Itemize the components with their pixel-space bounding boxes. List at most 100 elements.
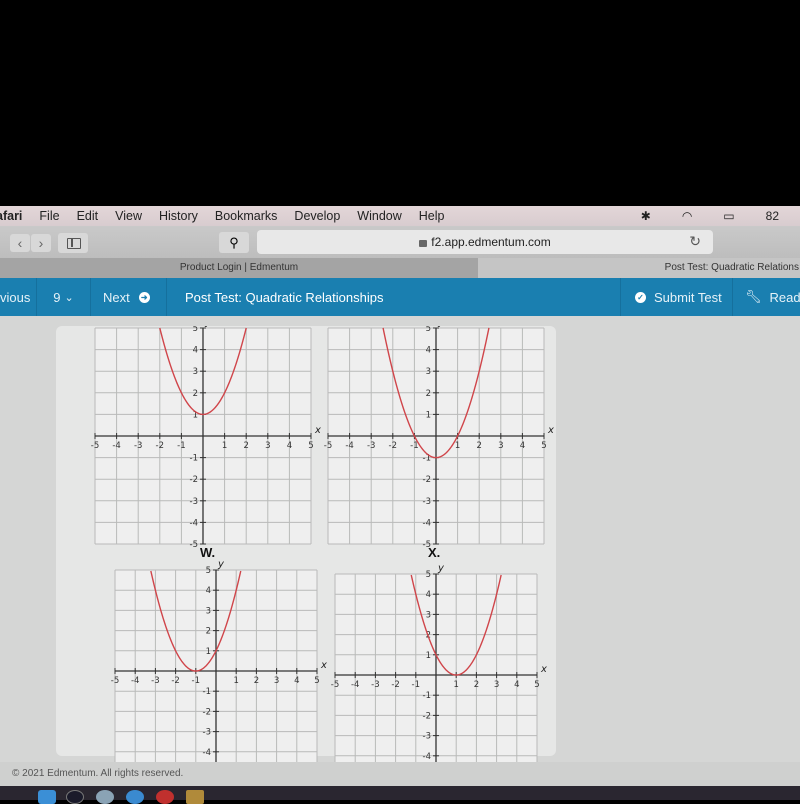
lock-icon (419, 239, 428, 247)
graph-label: W. (200, 545, 216, 560)
x-tick-label: 1 (455, 441, 460, 451)
reader-tool-button[interactable]: 🔧︎ Reade (733, 278, 800, 316)
x-tick-label: 3 (494, 680, 499, 690)
previous-button[interactable]: vious (0, 278, 37, 316)
y-axis-label: y (437, 326, 445, 328)
next-label: Next (103, 289, 130, 305)
graph-w[interactable]: -5-4-3-2-112345-5-4-3-2-112345xy (99, 554, 333, 762)
y-tick-label: 2 (426, 389, 431, 399)
question-number-dropdown[interactable]: 9 ⌄ (37, 278, 91, 316)
x-tick-label: -2 (391, 680, 399, 690)
menu-view[interactable]: View (115, 209, 142, 223)
x-tick-label: -1 (412, 680, 420, 690)
arrow-right-circle-icon: ➜ (138, 291, 150, 303)
airplay-icon[interactable]: ▭ (723, 209, 734, 223)
search-icon: ⚲ (229, 235, 239, 250)
y-tick-label: -4 (190, 518, 198, 528)
page-title: Post Test: Quadratic Relationships (185, 289, 384, 305)
x-axis-label: x (547, 425, 554, 436)
y-tick-label: 1 (426, 410, 431, 420)
y-tick-label: 1 (206, 647, 211, 657)
copyright-text: © 2021 Edmentum. All rights reserved. (12, 768, 184, 779)
menu-help[interactable]: Help (419, 209, 445, 223)
graph-top-left[interactable]: -5-4-3-2-112345-5-4-3-2-112345xy (79, 326, 327, 556)
y-tick-label: -3 (423, 497, 431, 507)
search-button[interactable]: ⚲ (219, 232, 249, 253)
mac-dock (0, 786, 800, 804)
tab-post-test[interactable]: Post Test: Quadratic Relations (478, 258, 800, 278)
x-axis-label: x (540, 664, 547, 675)
y-tick-label: -2 (203, 707, 211, 717)
x-tick-label: 2 (243, 441, 248, 451)
graph-top-right[interactable]: -5-4-3-2-112345-5-4-3-2-112345xy (312, 326, 560, 556)
x-tick-label: -5 (331, 680, 339, 690)
y-tick-label: 5 (426, 326, 431, 334)
reader-label: Reade (769, 289, 800, 305)
x-tick-label: 3 (265, 441, 270, 451)
x-tick-label: -4 (131, 676, 139, 686)
browser-toolbar: ‹ › ⚲ f2.app.edmentum.com ↻ (0, 226, 800, 258)
y-tick-label: -3 (190, 497, 198, 507)
x-tick-label: 3 (498, 441, 503, 451)
menu-app-name[interactable]: afari (0, 209, 22, 223)
y-tick-label: 4 (426, 590, 431, 600)
menu-window[interactable]: Window (357, 209, 401, 223)
tab-product-login[interactable]: Product Login | Edmentum (0, 258, 478, 278)
x-tick-label: -3 (371, 680, 379, 690)
y-axis-label: y (437, 563, 445, 574)
next-button[interactable]: Next ➜ (91, 278, 167, 316)
battery-text[interactable]: 82 (766, 209, 779, 223)
y-tick-label: -1 (423, 691, 431, 701)
x-tick-label: 1 (233, 676, 238, 686)
x-tick-label: 5 (534, 680, 539, 690)
x-tick-label: 2 (474, 680, 479, 690)
x-tick-label: -1 (177, 441, 185, 451)
x-tick-label: -4 (112, 441, 120, 451)
y-tick-label: 1 (426, 651, 431, 661)
wrench-icon: 🔧︎ (745, 289, 762, 304)
sidebar-toggle-button[interactable] (58, 233, 88, 253)
y-tick-label: -2 (423, 475, 431, 485)
graph-x[interactable]: -5-4-3-2-112345-5-4-3-2-112345xy (319, 558, 553, 762)
x-tick-label: 4 (514, 680, 519, 690)
submit-test-button[interactable]: ✓ Submit Test (620, 278, 733, 316)
x-tick-label: 3 (274, 676, 279, 686)
y-axis-label: y (204, 326, 212, 328)
y-tick-label: -2 (423, 711, 431, 721)
dock-app-icon[interactable] (186, 790, 204, 804)
dock-finder-icon[interactable] (38, 790, 56, 804)
y-tick-label: -3 (423, 732, 431, 742)
menu-file[interactable]: File (39, 209, 59, 223)
forward-button[interactable]: › (31, 234, 51, 252)
y-tick-label: 4 (193, 346, 198, 356)
chevron-left-icon: ‹ (17, 235, 23, 251)
x-tick-label: 2 (254, 676, 259, 686)
x-tick-label: -2 (171, 676, 179, 686)
menu-edit[interactable]: Edit (77, 209, 99, 223)
chevron-right-icon: › (38, 235, 44, 251)
x-tick-label: -2 (389, 441, 397, 451)
menu-bookmarks[interactable]: Bookmarks (215, 209, 278, 223)
menu-history[interactable]: History (159, 209, 198, 223)
reload-icon[interactable]: ↻ (689, 233, 701, 250)
y-tick-label: -2 (190, 475, 198, 485)
chevron-down-icon: ⌄ (64, 291, 74, 304)
address-bar[interactable]: f2.app.edmentum.com ↻ (257, 230, 713, 254)
x-tick-label: -3 (367, 441, 375, 451)
x-tick-label: -5 (111, 676, 119, 686)
y-axis-label: y (217, 559, 225, 570)
x-tick-label: 5 (541, 441, 546, 451)
wifi-icon[interactable]: ◠ (682, 209, 692, 223)
dock-app-icon[interactable] (66, 790, 84, 804)
tab-bar: Product Login | Edmentum Post Test: Quad… (0, 258, 800, 278)
back-button[interactable]: ‹ (10, 234, 30, 252)
menu-develop[interactable]: Develop (294, 209, 340, 223)
y-tick-label: 2 (206, 627, 211, 637)
footer: © 2021 Edmentum. All rights reserved. (0, 762, 800, 786)
graph-label: X. (428, 545, 441, 560)
dock-app-icon[interactable] (126, 790, 144, 804)
bluetooth-icon[interactable]: ✱ (641, 209, 651, 223)
dock-app-icon[interactable] (96, 790, 114, 804)
check-circle-icon: ✓ (635, 291, 646, 303)
dock-calendar-icon[interactable] (156, 790, 174, 804)
